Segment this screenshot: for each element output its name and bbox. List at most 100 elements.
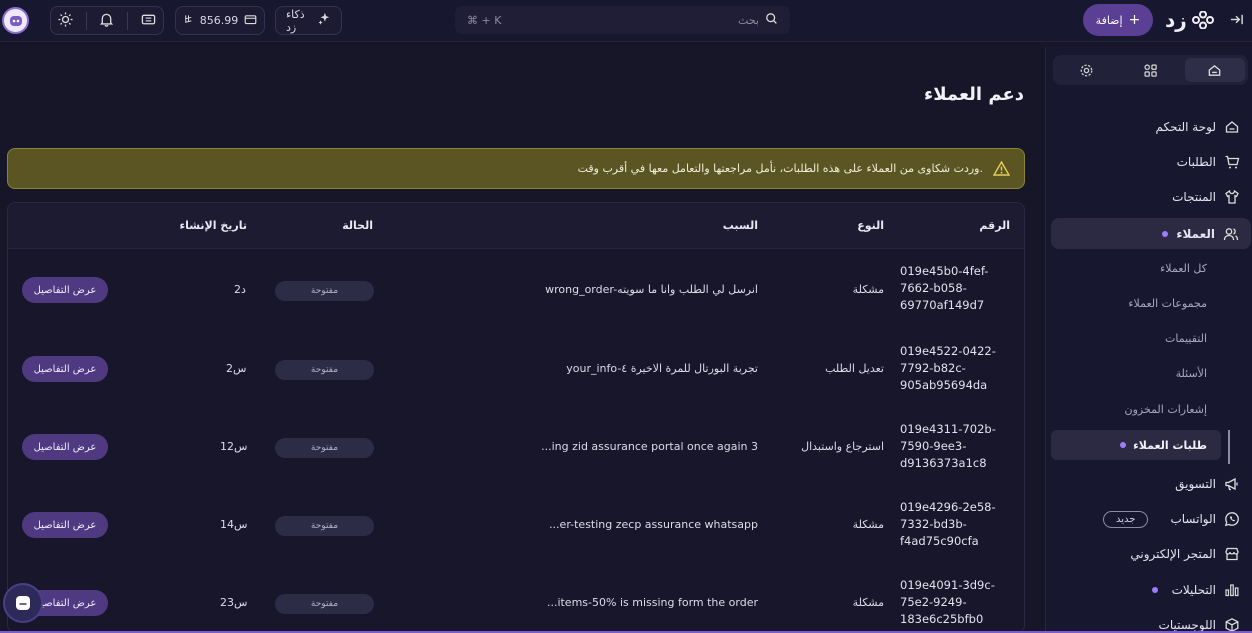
sub-item-label: التقييمات bbox=[1165, 331, 1207, 345]
bell-icon[interactable] bbox=[99, 12, 114, 30]
request-type: مشكلة bbox=[852, 518, 884, 531]
active-dot bbox=[1120, 442, 1127, 448]
sidebar-item-label: العملاء bbox=[1176, 226, 1215, 241]
sidebar-item-label: لوحة التحكم bbox=[1155, 120, 1217, 134]
sidebar-item-online-store[interactable]: المتجر الإلكتروني bbox=[1050, 540, 1240, 568]
sub-item-stock-notifications[interactable]: إشعارات المخزون bbox=[1125, 398, 1207, 420]
settings-tab[interactable] bbox=[1056, 58, 1116, 82]
collapse-icon[interactable] bbox=[1229, 12, 1244, 27]
sub-item-reviews[interactable]: التقييمات bbox=[1165, 327, 1207, 349]
view-details-button[interactable]: عرض التفاصيل bbox=[22, 277, 108, 303]
megaphone-icon bbox=[1225, 477, 1238, 491]
sub-item-label: مجموعات العملاء bbox=[1128, 296, 1207, 310]
balance-value: 856.99 bbox=[199, 14, 239, 27]
id-line: 183e6c25bfb0 bbox=[900, 612, 984, 626]
status-badge: مفتوحة bbox=[275, 594, 374, 614]
sub-item-all-customers[interactable]: كل العملاء bbox=[1160, 257, 1207, 279]
divider bbox=[85, 11, 87, 30]
request-reason: ...ing zid assurance portal once again 3 bbox=[541, 440, 758, 453]
sidebar-item-logistics[interactable]: اللوجستيات bbox=[1050, 611, 1240, 633]
id-line: 019e4522-0422- bbox=[900, 344, 996, 358]
sidebar-item-label: المتجر الإلكتروني bbox=[1130, 547, 1216, 561]
created-time: 2د bbox=[234, 283, 246, 296]
cart-icon bbox=[1225, 155, 1240, 169]
request-reason: ...items-50% is missing form the order bbox=[546, 596, 758, 609]
id-line: 019e4311-702b- bbox=[900, 422, 996, 436]
zid-ai-button[interactable]: ذكاء زد bbox=[275, 6, 342, 35]
created-time: 12س bbox=[220, 440, 248, 453]
request-type: مشكلة bbox=[852, 596, 884, 609]
request-id[interactable]: 019e4091-3d9c- 75e2-9249- 183e6c25bfb0 bbox=[900, 577, 1010, 628]
status-badge: مفتوحة bbox=[275, 281, 374, 301]
sidebar-item-products[interactable]: المنتجات bbox=[1050, 183, 1240, 211]
id-line: 019e4296-2e58- bbox=[900, 500, 996, 514]
sub-item-questions[interactable]: الأسئلة bbox=[1176, 362, 1207, 384]
ticket-icon[interactable] bbox=[141, 12, 156, 30]
search-icon bbox=[765, 12, 778, 28]
created-time: 14س bbox=[220, 518, 248, 531]
id-line: 905ab95694da bbox=[900, 378, 988, 392]
sub-item-label: الأسئلة bbox=[1175, 366, 1207, 380]
table-row: 019e4311-702b- 7590-9ee3- d9136373a1c8 ا… bbox=[8, 407, 1024, 485]
id-line: 7332-bd3b- bbox=[900, 517, 967, 531]
store-icon bbox=[1225, 547, 1239, 561]
request-id[interactable]: 019e4311-702b- 7590-9ee3- d9136373a1c8 bbox=[900, 421, 1010, 472]
support-chat-button[interactable] bbox=[3, 583, 43, 623]
user-avatar[interactable] bbox=[2, 7, 29, 34]
logo-text: زد bbox=[1165, 8, 1187, 32]
plus-icon: + bbox=[1128, 12, 1141, 28]
view-details-button[interactable]: عرض التفاصيل bbox=[22, 434, 108, 460]
sun-icon[interactable] bbox=[58, 11, 73, 30]
users-icon bbox=[1223, 227, 1239, 240]
sidebar-item-customers[interactable]: العملاء bbox=[1051, 218, 1251, 249]
header-reason: السبب bbox=[722, 219, 758, 232]
apps-tab[interactable] bbox=[1120, 58, 1180, 82]
sub-item-label: كل العملاء bbox=[1160, 261, 1207, 275]
sub-item-customer-requests[interactable]: طلبات العملاء bbox=[1051, 430, 1221, 460]
complaint-alert: وردت شكاوى من العملاء على هذه الطلبات، ن… bbox=[7, 148, 1025, 189]
request-id[interactable]: 019e4296-2e58- 7332-bd3b- f4ad75c90cfa bbox=[900, 499, 1010, 550]
sidebar-item-whatsapp[interactable]: جديد الواتساب bbox=[1050, 505, 1240, 533]
header-number: الرقم bbox=[979, 219, 1010, 232]
sub-item-customer-groups[interactable]: مجموعات العملاء bbox=[1128, 292, 1207, 314]
sub-item-label: إشعارات المخزون bbox=[1124, 402, 1207, 416]
view-details-button[interactable]: عرض التفاصيل bbox=[22, 356, 108, 382]
sidebar-item-dashboard[interactable]: لوحة التحكم bbox=[1050, 113, 1240, 141]
id-line: 75e2-9249- bbox=[900, 595, 967, 609]
top-bar: 856.99 ذكاء زد ⌘ + K بحث إضافة + زد bbox=[0, 0, 1252, 42]
search-bar[interactable]: ⌘ + K بحث bbox=[455, 6, 790, 34]
home-tab[interactable] bbox=[1184, 58, 1245, 82]
whatsapp-icon bbox=[1224, 512, 1239, 527]
sidebar-item-analytics[interactable]: التحليلات bbox=[1050, 576, 1240, 604]
request-id[interactable]: 019e4522-0422- 7792-b82c- 905ab95694da bbox=[900, 343, 1010, 394]
id-line: f4ad75c90cfa bbox=[900, 534, 979, 548]
id-line: 7792-b82c- bbox=[900, 361, 966, 375]
balance-pill[interactable]: 856.99 bbox=[175, 6, 265, 35]
view-details-button[interactable]: عرض التفاصيل bbox=[22, 512, 108, 538]
id-line: 69770af149d7 bbox=[900, 298, 985, 312]
zid-logo[interactable]: زد bbox=[1165, 8, 1214, 32]
divider bbox=[127, 11, 129, 30]
sidebar-item-label: الواتساب bbox=[1170, 512, 1216, 526]
home-icon bbox=[1225, 121, 1239, 133]
active-indicator bbox=[1228, 430, 1230, 464]
header-status: الحالة bbox=[342, 219, 373, 232]
sidebar-item-label: التحليلات bbox=[1171, 583, 1216, 597]
status-badge: مفتوحة bbox=[275, 360, 374, 380]
sub-item-label: طلبات العملاء bbox=[1133, 438, 1207, 452]
page-title: دعم العملاء bbox=[924, 84, 1024, 105]
id-line: 019e45b0-4fef- bbox=[900, 264, 989, 278]
sidebar-item-label: اللوجستيات bbox=[1158, 618, 1216, 632]
sparkle-icon bbox=[317, 12, 331, 29]
wallet-icon bbox=[244, 13, 257, 29]
add-label: إضافة bbox=[1095, 13, 1123, 27]
sidebar-item-label: الطلبات bbox=[1176, 155, 1216, 169]
request-id[interactable]: 019e45b0-4fef- 7662-b058- 69770af149d7 bbox=[900, 263, 1010, 314]
sidebar-item-marketing[interactable]: التسويق bbox=[1050, 470, 1240, 498]
table-row: 019e4296-2e58- 7332-bd3b- f4ad75c90cfa م… bbox=[8, 485, 1024, 563]
sidebar-item-orders[interactable]: الطلبات bbox=[1050, 148, 1240, 176]
created-time: 23س bbox=[220, 596, 248, 609]
request-reason: your_info-تجربة البورتال للمرة الاخيرة ٤ bbox=[566, 362, 758, 375]
riyal-icon bbox=[183, 14, 194, 28]
add-button[interactable]: إضافة + bbox=[1083, 4, 1153, 36]
